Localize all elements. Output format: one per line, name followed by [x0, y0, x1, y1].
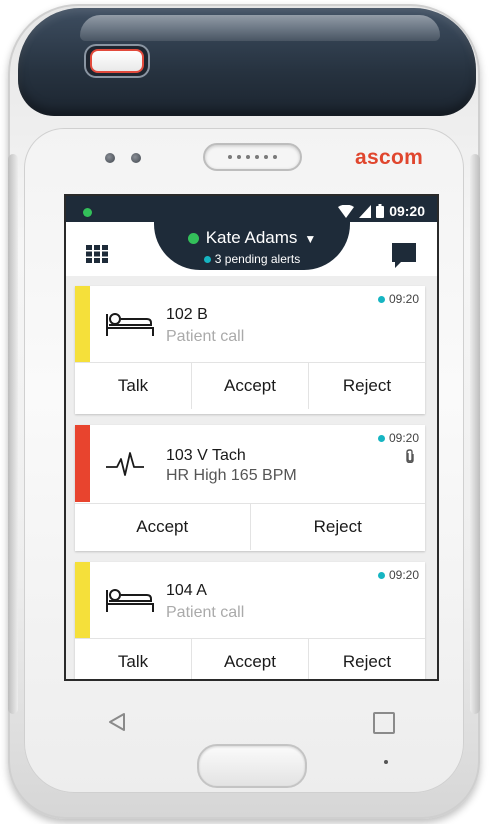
wifi-icon	[338, 204, 355, 218]
accept-button[interactable]: Accept	[75, 504, 250, 550]
alert-subtitle: Patient call	[166, 328, 245, 345]
unread-dot-icon	[377, 295, 385, 303]
alert-subtitle: HR High 165 BPM	[166, 467, 297, 484]
alert-time-text: 09:20	[388, 568, 419, 582]
status-time: 09:20	[389, 203, 425, 219]
alert-actions: Talk Accept Reject	[75, 638, 425, 679]
alert-time: 09:20	[377, 568, 419, 582]
battery-icon	[376, 204, 385, 218]
pending-dot-icon	[203, 255, 211, 263]
brand-logo: ascom	[355, 146, 424, 169]
priority-bar	[75, 562, 90, 638]
app-header: Kate Adams ▼ 3 pending alerts	[66, 222, 437, 276]
pending-alerts-text: 3 pending alerts	[214, 252, 301, 266]
device-top-cap	[18, 8, 476, 116]
front-camera	[131, 153, 141, 163]
grid-menu-icon[interactable]	[86, 245, 108, 263]
heartbeat-icon	[106, 452, 144, 476]
alarm-button[interactable]	[84, 44, 150, 78]
alert-time: 09:20	[377, 292, 419, 306]
accept-button[interactable]: Accept	[191, 363, 308, 409]
top-cap-highlight	[80, 15, 440, 41]
alert-actions: Talk Accept Reject	[75, 362, 425, 409]
unread-dot-icon	[377, 571, 385, 579]
alert-card[interactable]: 09:20 102 B Patient call Talk Accept Rej…	[75, 286, 425, 414]
alert-time: 09:20	[377, 431, 419, 445]
presence-dot-icon	[187, 232, 199, 244]
alert-card[interactable]: 09:20 103 V Tach HR High 165 BPM Accept …	[75, 425, 425, 551]
unread-dot-icon	[377, 434, 385, 442]
reject-button[interactable]: Reject	[249, 504, 426, 550]
reject-button[interactable]: Reject	[308, 363, 425, 409]
alert-title: 103 V Tach	[166, 447, 246, 464]
alert-time-text: 09:20	[388, 431, 419, 445]
accept-button[interactable]: Accept	[191, 639, 308, 679]
chat-bubble-icon[interactable]	[392, 243, 416, 269]
alert-title: 102 B	[166, 306, 208, 323]
user-name[interactable]: Kate Adams	[206, 228, 298, 248]
alert-title: 104 A	[166, 582, 207, 599]
back-triangle-icon[interactable]	[108, 712, 126, 732]
pending-alerts-line: 3 pending alerts	[154, 252, 350, 266]
patient-bed-icon	[106, 589, 154, 612]
home-button[interactable]	[197, 744, 307, 788]
paperclip-icon[interactable]	[405, 449, 415, 463]
chevron-down-icon[interactable]: ▼	[304, 232, 316, 246]
screen: 09:20 Kate Adams ▼ 3 pending alerts 09:2…	[66, 196, 437, 679]
talk-button[interactable]: Talk	[75, 363, 191, 409]
alert-time-text: 09:20	[388, 292, 419, 306]
talk-button[interactable]: Talk	[75, 639, 191, 679]
proximity-sensor	[105, 153, 115, 163]
alert-card[interactable]: 09:20 104 A Patient call Talk Accept Rej…	[75, 562, 425, 679]
priority-bar	[75, 425, 90, 502]
alarm-button-face[interactable]	[90, 49, 144, 73]
patient-bed-icon	[106, 313, 154, 336]
alert-subtitle: Patient call	[166, 604, 245, 621]
microphone-hole	[384, 760, 388, 764]
alert-actions: Accept Reject	[75, 503, 425, 550]
device-right-edge	[470, 154, 480, 714]
signal-icon	[359, 204, 372, 218]
status-icons: 09:20	[338, 203, 425, 219]
user-line[interactable]: Kate Adams ▼	[154, 228, 350, 248]
notification-dot-icon	[83, 208, 92, 217]
recent-apps-icon[interactable]	[373, 712, 395, 734]
earpiece-speaker	[203, 143, 302, 171]
priority-bar	[75, 286, 90, 362]
user-status-tab[interactable]: Kate Adams ▼ 3 pending alerts	[154, 222, 350, 270]
reject-button[interactable]: Reject	[308, 639, 425, 679]
device-left-edge	[8, 154, 18, 714]
